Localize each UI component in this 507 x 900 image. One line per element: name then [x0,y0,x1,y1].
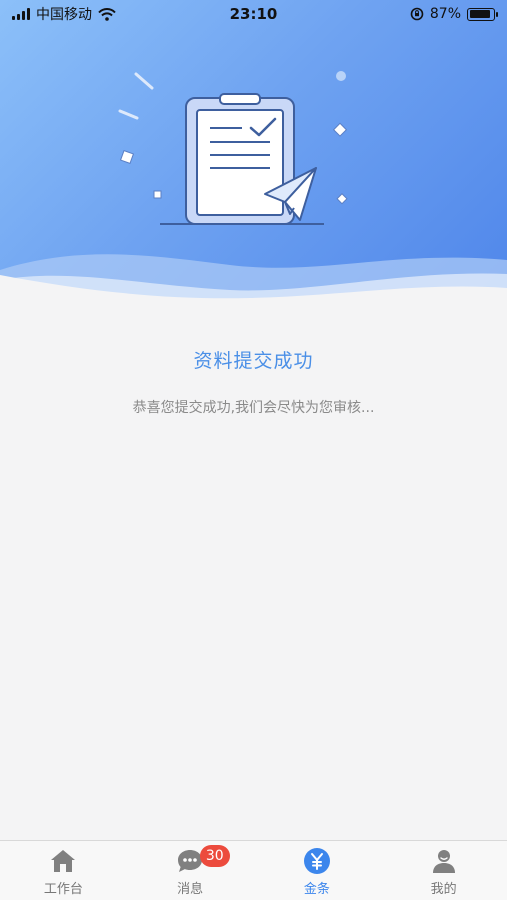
status-bar: 中国移动 23:10 87% [0,0,507,28]
tab-mine[interactable]: 我的 [380,841,507,900]
tab-workbench[interactable]: 工作台 [0,841,127,900]
user-icon [429,846,459,876]
tab-label: 我的 [430,882,457,897]
yen-icon [302,846,332,876]
signal-icon [12,8,30,20]
bottom-tab-bar: 工作台 消息 30 金条 我的 [0,840,507,900]
home-icon [48,846,78,876]
battery-percent: 87% [429,6,461,22]
battery-icon [467,7,498,21]
clipboard-paper-plane-illustration [118,71,348,225]
tab-label: 金条 [303,882,330,897]
tab-messages[interactable]: 消息 30 [127,841,254,900]
submit-success-screen: 中国移动 23:10 87% 资料提交成功 恭喜您提交成功,我们会尽快为您审核.… [0,0,507,900]
rotation-lock-icon [410,7,424,21]
battery-level [469,10,490,18]
wifi-icon [98,7,116,21]
tab-label: 消息 [177,882,204,897]
tab-jintiao[interactable]: 金条 [254,841,381,900]
tab-label: 工作台 [43,882,83,897]
unread-count-badge: 30 [199,845,230,867]
result-title: 资料提交成功 [193,350,314,372]
carrier-name: 中国移动 [36,7,92,23]
header-banner [0,0,507,320]
result-message: 恭喜您提交成功,我们会尽快为您审核... [132,400,375,416]
